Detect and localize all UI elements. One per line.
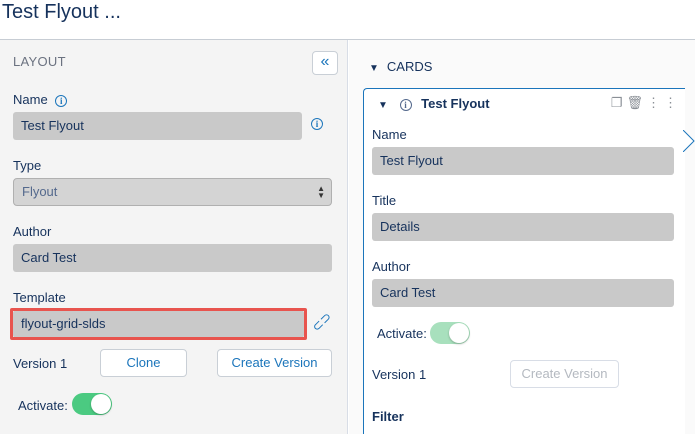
type-label: Type: [13, 158, 42, 173]
card-activate-label: Activate:: [377, 326, 427, 341]
toggle-knob: [449, 323, 469, 343]
template-label: Template: [13, 290, 66, 305]
card-activate-toggle[interactable]: [430, 322, 470, 344]
double-chevron-left-icon: «: [320, 53, 330, 70]
template-highlight: [10, 308, 307, 340]
card-author-field[interactable]: Card Test: [372, 279, 674, 307]
author-label: Author: [13, 224, 52, 239]
type-select[interactable]: Flyout ▲ ▼: [13, 178, 332, 206]
card-name-field[interactable]: Test Flyout: [372, 147, 674, 175]
activate-label: Activate:: [18, 398, 68, 413]
card-actions: ❐🗑⋮⋮: [611, 95, 681, 111]
card-title: Test Flyout: [421, 96, 490, 111]
clone-button[interactable]: Clone: [100, 349, 187, 377]
create-version-button[interactable]: Create Version: [217, 349, 332, 377]
triangle-down-icon: ▼: [378, 100, 388, 111]
layout-panel: LAYOUT « Name i Test Flyout i Type Flyou…: [0, 40, 348, 434]
trash-icon[interactable]: 🗑: [626, 95, 647, 110]
card-author-label: Author: [372, 259, 411, 274]
card-title-row[interactable]: ▼ i Test Flyout: [378, 96, 490, 111]
version-label: Version 1: [13, 356, 68, 371]
activate-toggle[interactable]: [72, 393, 112, 415]
info-icon[interactable]: i: [399, 98, 412, 111]
collapse-panel-button[interactable]: «: [312, 51, 338, 75]
drag-handle-icon[interactable]: ⋮⋮: [647, 95, 681, 110]
name-label: Name: [13, 92, 48, 107]
layout-section-title: LAYOUT: [13, 54, 66, 69]
page-header: Test Flyout ...: [0, 0, 695, 40]
info-icon[interactable]: i: [55, 94, 68, 107]
cards-section-header[interactable]: ▼ CARDS: [369, 59, 432, 74]
author-field[interactable]: Card Test: [13, 244, 332, 272]
filter-label: Filter: [372, 409, 404, 424]
name-label-row: Name i: [13, 92, 68, 107]
card-name-label: Name: [372, 127, 407, 142]
page-title: Test Flyout ...: [2, 1, 121, 23]
card-pointer-arrow: [683, 130, 695, 152]
card-title-label: Title: [372, 193, 397, 208]
card-create-version-button[interactable]: Create Version: [510, 360, 619, 388]
card-item: ▼ i Test Flyout ❐🗑⋮⋮ Name Test Flyout Ti…: [363, 88, 685, 434]
triangle-down-icon: ▼: [369, 63, 379, 74]
type-select-value: Flyout: [22, 184, 58, 199]
copy-icon[interactable]: ❐: [611, 95, 627, 110]
cards-label: CARDS: [386, 59, 433, 74]
card-title-field[interactable]: Details: [372, 213, 674, 241]
name-field[interactable]: Test Flyout: [13, 112, 302, 140]
toggle-knob: [91, 394, 111, 414]
card-version-label: Version 1: [372, 367, 427, 382]
cards-panel: ▼ CARDS ▼ i Test Flyout ❐🗑⋮⋮ Name Test Fl…: [349, 40, 695, 434]
select-caret-icon: ▲ ▼: [317, 184, 325, 200]
link-icon[interactable]: ⊂⊃: [309, 309, 336, 336]
info-icon[interactable]: i: [311, 118, 323, 130]
